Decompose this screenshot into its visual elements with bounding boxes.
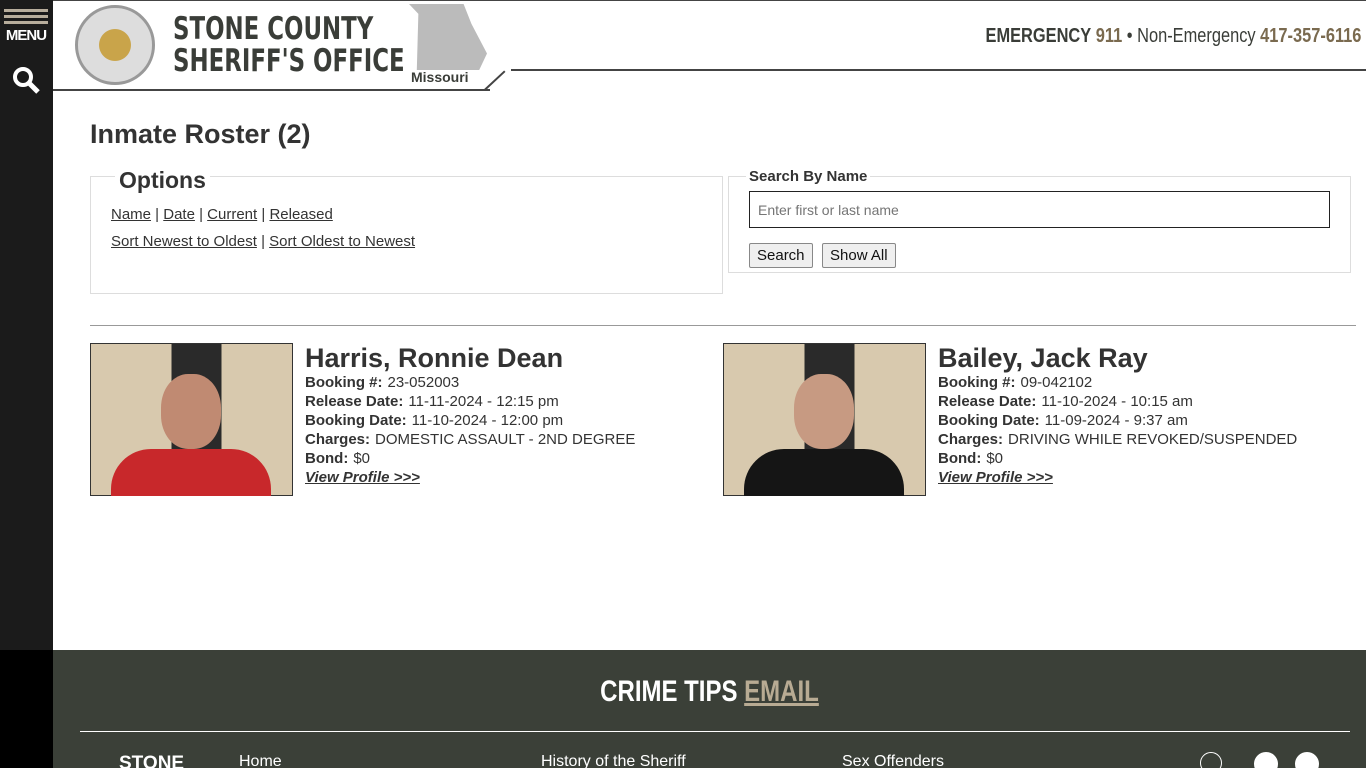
inmate-name: Bailey, Jack Ray [938, 343, 1148, 373]
crime-tips: CRIME TIPS EMAIL [600, 675, 819, 708]
crime-tips-email-link[interactable]: EMAIL [744, 675, 819, 708]
sidebar-bottom [0, 650, 53, 768]
view-profile-link[interactable]: View Profile >>> [938, 469, 1053, 486]
footer-link-home[interactable]: Home [239, 753, 282, 771]
sidebar: MENU [0, 0, 53, 650]
options-panel: Options Name | Date | Current | Released… [90, 167, 723, 294]
missouri-map-icon [409, 4, 487, 70]
footer-link-history[interactable]: History of the Sheriff [541, 753, 686, 771]
footer: CRIME TIPS EMAIL STONE Home History of t… [53, 650, 1366, 776]
options-legend: Options [115, 167, 210, 194]
view-profile-link[interactable]: View Profile >>> [305, 469, 420, 486]
mugshot[interactable] [723, 343, 926, 496]
map-label: Missouri [411, 69, 469, 85]
filter-released[interactable]: Released [269, 206, 332, 223]
footer-link-sex-offenders[interactable]: Sex Offenders [842, 753, 944, 771]
name-search-input[interactable] [749, 191, 1330, 228]
phone-link[interactable]: 417-357-6116 [1260, 25, 1361, 47]
sort-oldest[interactable]: Sort Oldest to Newest [269, 233, 415, 250]
sheriff-badge-logo[interactable] [75, 5, 155, 85]
divider [90, 325, 1356, 326]
search-panel: Search By Name Search Show All [728, 168, 1351, 273]
emergency-info: EMERGENCY 911 • Non-Emergency 417-357-61… [985, 25, 1361, 47]
filter-current[interactable]: Current [207, 206, 257, 223]
search-icon[interactable] [12, 66, 40, 94]
inmate-name: Harris, Ronnie Dean [305, 343, 564, 373]
search-legend: Search By Name [746, 168, 871, 185]
menu-label: MENU [5, 27, 47, 44]
sort-newest[interactable]: Sort Newest to Oldest [111, 233, 257, 250]
footer-logo[interactable]: STONE [119, 753, 184, 775]
globe-icon[interactable] [1200, 752, 1222, 774]
mugshot[interactable] [90, 343, 293, 496]
search-button[interactable]: Search [749, 243, 813, 268]
filter-name[interactable]: Name [111, 206, 151, 223]
facebook-icon[interactable] [1295, 752, 1319, 776]
page-title: Inmate Roster (2) [90, 119, 311, 149]
menu-button[interactable]: MENU [4, 6, 48, 44]
filter-date[interactable]: Date [163, 206, 195, 223]
site-title[interactable]: STONE COUNTY SHERIFF'S OFFICE [173, 13, 405, 77]
accessibility-icon[interactable] [1254, 752, 1278, 776]
show-all-button[interactable]: Show All [822, 243, 896, 268]
header: STONE COUNTY SHERIFF'S OFFICE Missouri EM… [53, 0, 1366, 91]
